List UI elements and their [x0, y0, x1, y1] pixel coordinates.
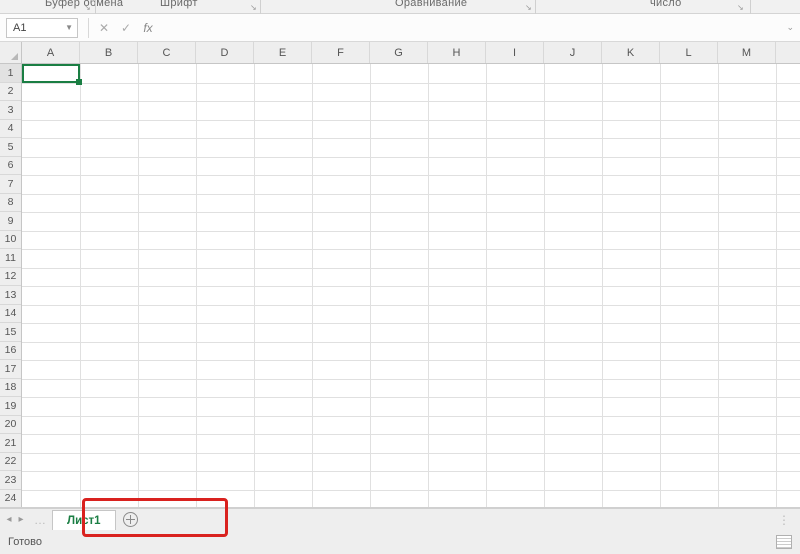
cancel-formula-button[interactable]: ✕ — [93, 18, 115, 38]
row-header[interactable]: 10 — [0, 231, 21, 250]
status-bar: Готово — [0, 530, 800, 554]
confirm-formula-button[interactable]: ✓ — [115, 18, 137, 38]
row-header-column: 1 2 3 4 5 6 7 8 9 10 11 12 13 14 15 16 1… — [0, 64, 22, 508]
row-header[interactable]: 2 — [0, 83, 21, 102]
ribbon-launcher-icon[interactable]: ↘ — [525, 3, 532, 12]
sheet-bar-options-icon[interactable]: ⋮ — [778, 513, 800, 527]
cell-area[interactable] — [22, 64, 800, 508]
column-header[interactable]: L — [660, 42, 718, 63]
row-header[interactable]: 18 — [0, 379, 21, 398]
status-text: Готово — [8, 536, 42, 548]
ribbon-group-number: число — [650, 0, 682, 9]
column-header-row: A B C D E F G H I J K L M — [0, 42, 800, 64]
row-header[interactable]: 9 — [0, 212, 21, 231]
ribbon-launcher-icon[interactable]: ↘ — [84, 3, 91, 12]
row-header[interactable]: 3 — [0, 101, 21, 120]
row-header[interactable]: 1 — [0, 64, 21, 83]
column-header[interactable]: F — [312, 42, 370, 63]
row-header[interactable]: 23 — [0, 471, 21, 490]
sheet-tab-bar: ◂ ▸ … Лист1 ⋮ — [0, 508, 800, 530]
row-header[interactable]: 13 — [0, 286, 21, 305]
column-header[interactable]: E — [254, 42, 312, 63]
check-icon: ✓ — [121, 21, 131, 35]
ribbon-launcher-icon[interactable]: ↘ — [737, 3, 744, 12]
chevron-down-icon[interactable]: ▼ — [65, 23, 73, 32]
column-header[interactable]: G — [370, 42, 428, 63]
row-header[interactable]: 24 — [0, 490, 21, 509]
ribbon-group-alignment: Оравнивание — [395, 0, 467, 9]
sheet-tab-active[interactable]: Лист1 — [52, 510, 116, 530]
x-icon: ✕ — [99, 21, 109, 35]
ribbon-launcher-icon[interactable]: ↘ — [250, 3, 257, 12]
row-header[interactable]: 15 — [0, 323, 21, 342]
column-header[interactable]: B — [80, 42, 138, 63]
row-header[interactable]: 17 — [0, 360, 21, 379]
row-header[interactable]: 4 — [0, 120, 21, 139]
row-header[interactable]: 6 — [0, 157, 21, 176]
ribbon-groups: Буфер обмена ↘ Шрифт ↘ Оравнивание ↘ чис… — [0, 0, 800, 14]
fill-handle[interactable] — [76, 79, 82, 85]
row-header[interactable]: 22 — [0, 453, 21, 472]
macro-record-icon[interactable] — [776, 535, 792, 549]
row-header[interactable]: 5 — [0, 138, 21, 157]
expand-formula-bar-button[interactable]: ⌄ — [780, 22, 800, 33]
name-box[interactable]: A1 ▼ — [6, 18, 78, 38]
select-all-corner[interactable] — [0, 42, 22, 63]
fx-icon: fx — [143, 21, 152, 35]
column-header[interactable]: J — [544, 42, 602, 63]
row-header[interactable]: 19 — [0, 397, 21, 416]
formula-bar: A1 ▼ ✕ ✓ fx ⌄ — [0, 14, 800, 42]
row-header[interactable]: 8 — [0, 194, 21, 213]
insert-function-button[interactable]: fx — [137, 18, 159, 38]
column-header[interactable]: M — [718, 42, 776, 63]
row-header[interactable]: 7 — [0, 175, 21, 194]
row-header[interactable]: 14 — [0, 305, 21, 324]
add-sheet-button[interactable] — [116, 512, 146, 527]
row-header[interactable]: 20 — [0, 416, 21, 435]
column-header[interactable]: H — [428, 42, 486, 63]
column-header[interactable]: C — [138, 42, 196, 63]
sheet-nav-ellipsis: … — [28, 513, 52, 527]
row-header[interactable]: 21 — [0, 434, 21, 453]
formula-input[interactable] — [159, 18, 774, 38]
spreadsheet-grid[interactable]: A B C D E F G H I J K L M 1 2 3 4 5 6 7 … — [0, 42, 800, 508]
plus-circle-icon — [123, 512, 138, 527]
row-header[interactable]: 12 — [0, 268, 21, 287]
row-header[interactable]: 16 — [0, 342, 21, 361]
column-header[interactable]: D — [196, 42, 254, 63]
sheet-nav-next-button[interactable]: ▸ — [14, 510, 28, 530]
sheet-nav-prev-button[interactable]: ◂ — [0, 510, 14, 530]
column-header[interactable]: I — [486, 42, 544, 63]
column-header[interactable]: A — [22, 42, 80, 63]
name-box-value: A1 — [13, 22, 26, 34]
active-cell[interactable] — [22, 64, 80, 83]
ribbon-group-font: Шрифт — [160, 0, 198, 9]
row-header[interactable]: 11 — [0, 249, 21, 268]
column-header[interactable]: K — [602, 42, 660, 63]
